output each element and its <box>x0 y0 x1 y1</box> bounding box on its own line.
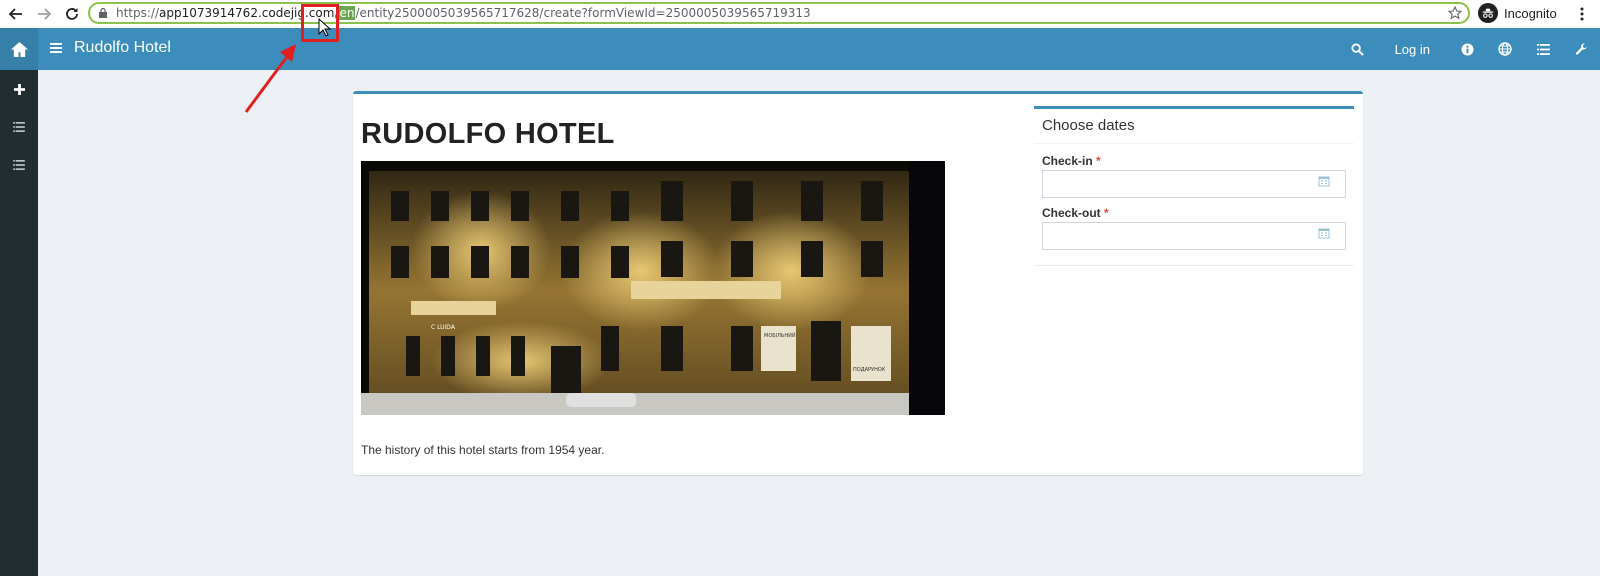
hamburger-menu-icon[interactable] <box>50 42 62 54</box>
choose-dates-title: Choose dates <box>1042 117 1135 134</box>
language-button[interactable] <box>1486 28 1524 70</box>
sidebar <box>0 70 38 576</box>
content-area: RUDOLFO HOTEL С LUIDA МОБІЛЬНИЙ ПОДАРУНО… <box>38 70 1600 576</box>
image-sign-text: ПОДАРУНОК <box>853 367 886 373</box>
calendar-icon[interactable] <box>1318 175 1330 187</box>
incognito-icon <box>1478 3 1498 23</box>
search-button[interactable] <box>1339 28 1377 70</box>
sidebar-list-button-2[interactable] <box>0 146 38 184</box>
home-button[interactable] <box>0 28 38 70</box>
list-icon <box>13 122 25 132</box>
address-bar[interactable]: https://app1073914762.codejig.com/en/ent… <box>88 2 1470 24</box>
lock-icon <box>99 8 107 18</box>
hotel-photo: С LUIDA МОБІЛЬНИЙ ПОДАРУНОК <box>361 161 945 415</box>
image-sign-text: С LUIDA <box>431 324 456 331</box>
panel-divider <box>1034 143 1354 144</box>
checkout-input[interactable] <box>1042 222 1346 250</box>
settings-button[interactable] <box>1562 28 1600 70</box>
back-button[interactable] <box>6 4 26 24</box>
incognito-indicator[interactable]: Incognito <box>1478 3 1557 23</box>
list-icon <box>1536 43 1550 55</box>
sidebar-list-button-1[interactable] <box>0 108 38 146</box>
hotel-card: RUDOLFO HOTEL С LUIDA МОБІЛЬНИЙ ПОДАРУНО… <box>353 91 1363 475</box>
reload-button[interactable] <box>62 4 82 24</box>
hotel-description: The history of this hotel starts from 19… <box>361 443 605 457</box>
calendar-icon[interactable] <box>1318 227 1330 239</box>
app-brand[interactable]: Rudolfo Hotel <box>74 39 171 57</box>
mouse-cursor-icon <box>318 18 332 37</box>
reload-icon <box>66 8 78 20</box>
annotation-arrow-icon <box>244 44 296 113</box>
checkin-label: Check-in * <box>1042 154 1101 168</box>
hotel-title: RUDOLFO HOTEL <box>361 118 615 150</box>
login-link[interactable]: Log in <box>1377 28 1448 70</box>
home-icon <box>10 41 28 57</box>
plus-icon <box>13 83 25 95</box>
bookmark-star-icon[interactable] <box>1448 6 1462 20</box>
globe-icon <box>1498 42 1512 56</box>
sidebar-add-button[interactable] <box>0 70 38 108</box>
search-icon <box>1351 42 1364 56</box>
url-language-segment[interactable]: en <box>338 6 356 20</box>
hotel-building-image: С LUIDA МОБІЛЬНИЙ ПОДАРУНОК <box>361 161 945 415</box>
image-sign-text: МОБІЛЬНИЙ <box>764 332 796 339</box>
arrow-right-icon <box>38 8 51 20</box>
url-text: https://app1073914762.codejig.com/en/ent… <box>116 6 811 20</box>
list-button[interactable] <box>1524 28 1562 70</box>
wrench-icon <box>1575 42 1587 55</box>
forward-button[interactable] <box>34 4 54 24</box>
incognito-label: Incognito <box>1504 5 1557 21</box>
info-button[interactable] <box>1448 28 1486 70</box>
arrow-left-icon <box>9 8 22 20</box>
list-icon <box>13 160 25 170</box>
browser-menu-icon[interactable] <box>1580 6 1584 22</box>
info-icon <box>1460 42 1474 56</box>
checkout-label: Check-out * <box>1042 206 1109 220</box>
checkin-input[interactable] <box>1042 170 1346 198</box>
browser-toolbar: https://app1073914762.codejig.com/en/ent… <box>0 0 1600 28</box>
choose-dates-panel: Choose dates Check-in * Check-out * <box>1034 106 1354 266</box>
